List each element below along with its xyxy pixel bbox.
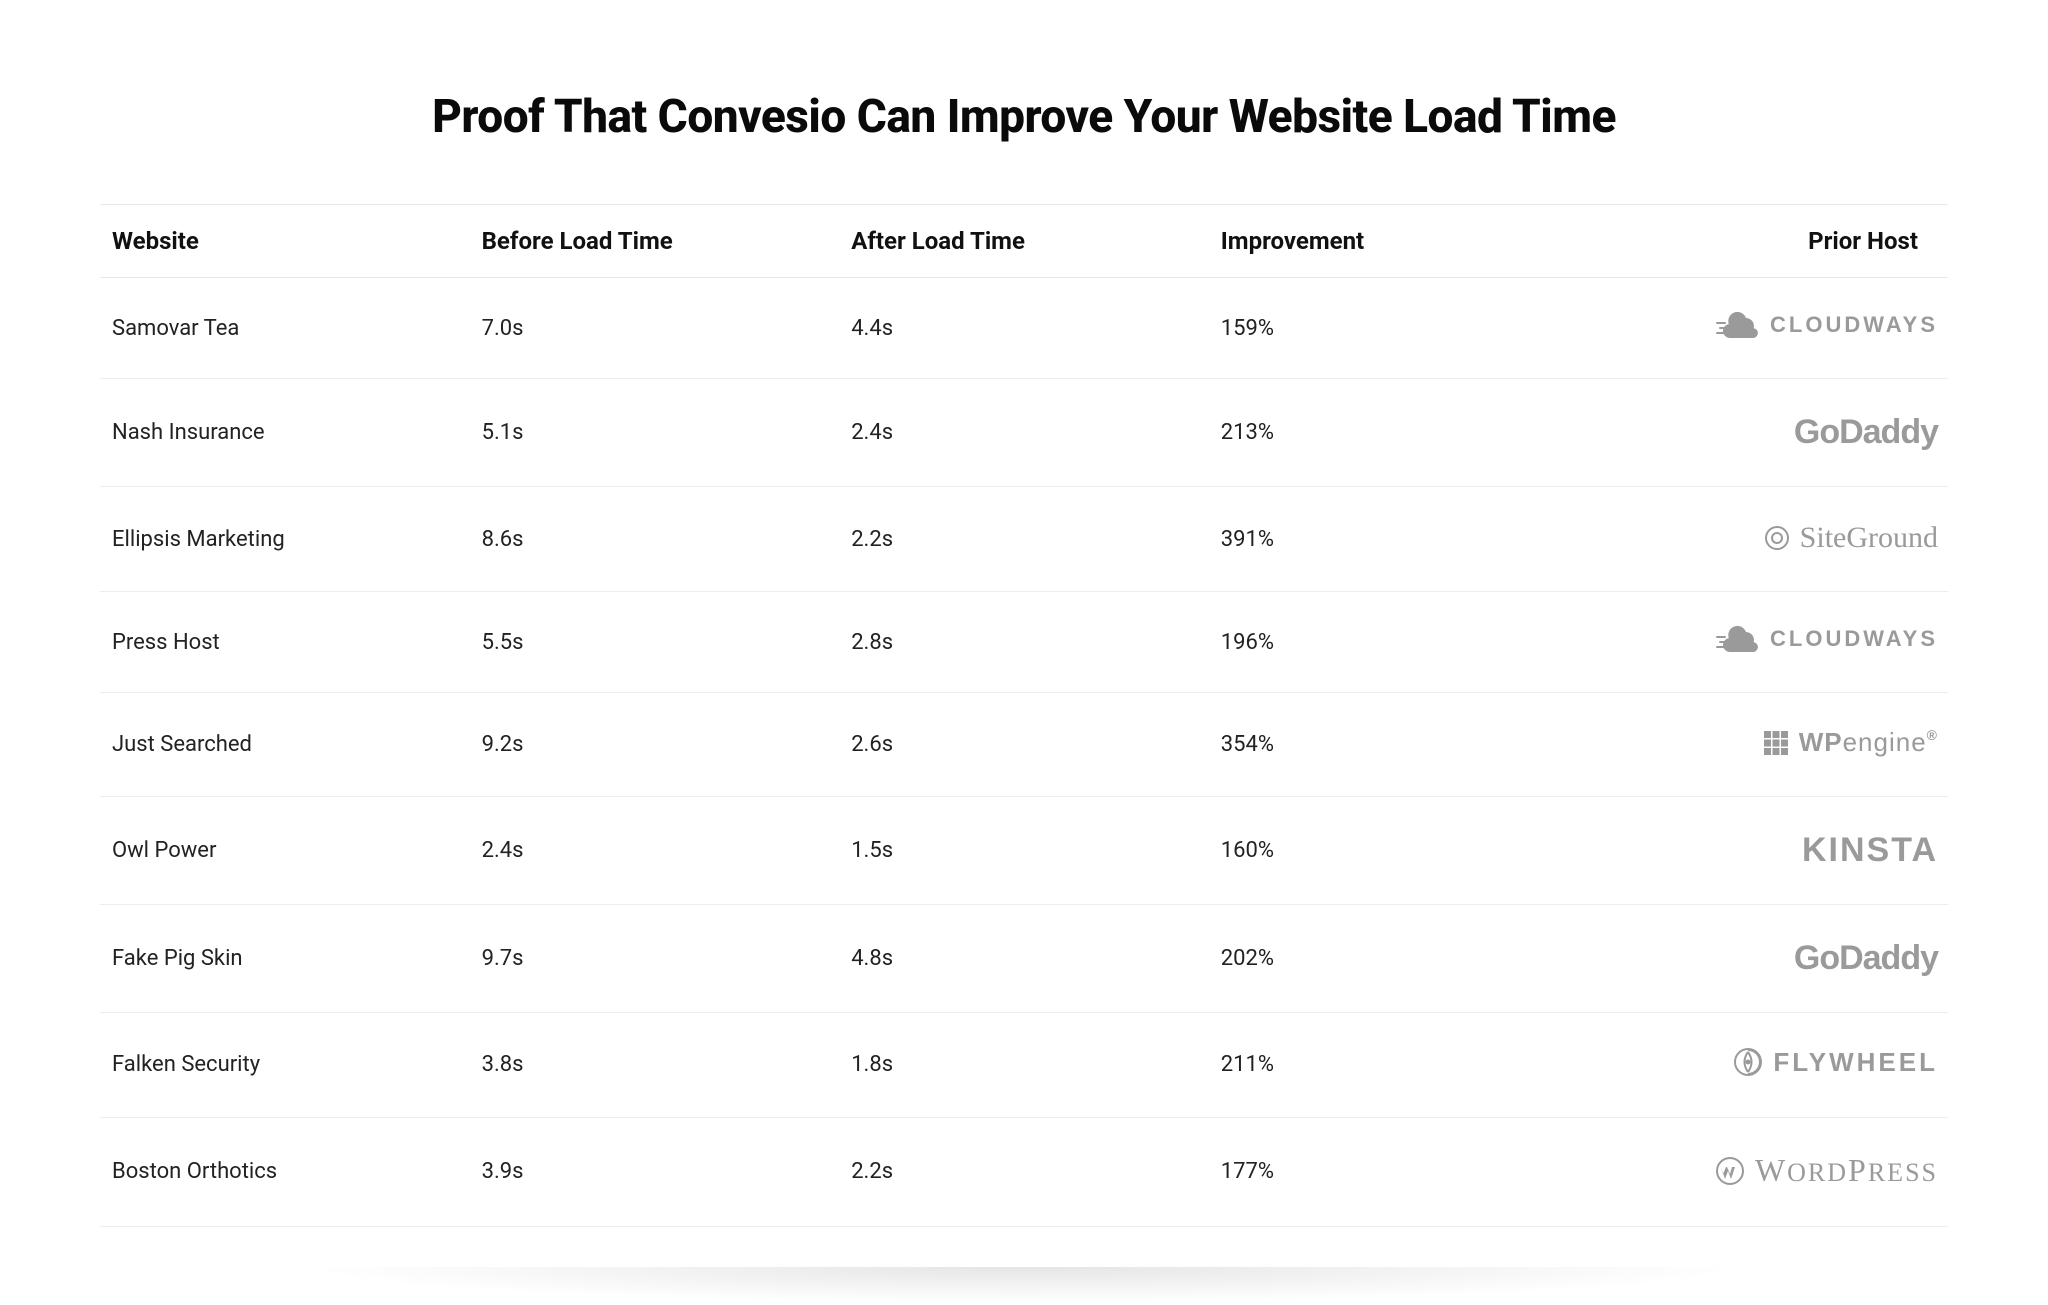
col-improvement: Improvement — [1209, 205, 1579, 278]
col-before: Before Load Time — [470, 205, 840, 278]
cell-improvement: 354% — [1209, 693, 1579, 797]
cell-improvement: 177% — [1209, 1118, 1579, 1227]
cell-prior-host: CLOUDWAYS — [1578, 278, 1948, 379]
cell-after: 4.4s — [839, 278, 1209, 379]
cell-after: 1.5s — [839, 796, 1209, 904]
cell-after: 2.4s — [839, 379, 1209, 487]
host-logo-godaddy: GoDaddy — [1794, 939, 1938, 978]
cell-prior-host: KINSTA — [1578, 796, 1948, 904]
cell-prior-host: FLYWHEEL — [1578, 1012, 1948, 1118]
host-logo-wordpress: WORDPRESS — [1715, 1152, 1938, 1189]
host-logo-godaddy: GoDaddy — [1794, 413, 1938, 452]
cell-prior-host: WPengine® — [1578, 693, 1948, 797]
cell-website: Ellipsis Marketing — [100, 487, 470, 592]
cell-prior-host: GoDaddy — [1578, 379, 1948, 487]
cell-website: Press Host — [100, 592, 470, 693]
host-logo-flywheel: FLYWHEEL — [1733, 1047, 1938, 1078]
cell-before: 3.9s — [470, 1118, 840, 1227]
cell-prior-host: CLOUDWAYS — [1578, 592, 1948, 693]
flywheel-icon — [1733, 1047, 1763, 1077]
table-row: Just Searched9.2s2.6s354% WPengine® — [100, 693, 1948, 797]
table-row: Fake Pig Skin9.7s4.8s202% GoDaddy — [100, 904, 1948, 1012]
cell-prior-host: GoDaddy — [1578, 904, 1948, 1012]
host-logo-wpengine: WPengine® — [1763, 727, 1938, 758]
cell-before: 7.0s — [470, 278, 840, 379]
cell-prior-host: WORDPRESS — [1578, 1118, 1948, 1227]
cell-improvement: 391% — [1209, 487, 1579, 592]
cell-before: 8.6s — [470, 487, 840, 592]
cell-after: 1.8s — [839, 1012, 1209, 1118]
host-logo-kinsta: KINSTA — [1802, 831, 1938, 870]
cell-before: 5.1s — [470, 379, 840, 487]
cell-improvement: 213% — [1209, 379, 1579, 487]
col-website: Website — [100, 205, 470, 278]
cloudways-icon — [1716, 312, 1760, 338]
wpengine-icon — [1763, 730, 1789, 756]
cell-website: Fake Pig Skin — [100, 904, 470, 1012]
cell-website: Just Searched — [100, 693, 470, 797]
cell-improvement: 160% — [1209, 796, 1579, 904]
cell-after: 2.8s — [839, 592, 1209, 693]
col-after: After Load Time — [839, 205, 1209, 278]
table-row: Samovar Tea7.0s4.4s159% CLOUDWAYS — [100, 278, 1948, 379]
table-row: Falken Security3.8s1.8s211% FLYWHEEL — [100, 1012, 1948, 1118]
page-title: Proof That Convesio Can Improve Your Web… — [100, 90, 1948, 144]
cell-improvement: 159% — [1209, 278, 1579, 379]
cell-website: Boston Orthotics — [100, 1118, 470, 1227]
host-logo-siteground: SiteGround — [1764, 521, 1938, 555]
cell-improvement: 202% — [1209, 904, 1579, 1012]
cell-improvement: 211% — [1209, 1012, 1579, 1118]
cell-before: 5.5s — [470, 592, 840, 693]
table-row: Nash Insurance5.1s2.4s213% GoDaddy — [100, 379, 1948, 487]
table-row: Boston Orthotics3.9s2.2s177% WORDPRESS — [100, 1118, 1948, 1227]
bottom-shadow — [303, 1267, 1744, 1303]
table-row: Ellipsis Marketing8.6s2.2s391% SiteGround — [100, 487, 1948, 592]
cell-before: 3.8s — [470, 1012, 840, 1118]
cell-prior-host: SiteGround — [1578, 487, 1948, 592]
cell-improvement: 196% — [1209, 592, 1579, 693]
cell-after: 2.6s — [839, 693, 1209, 797]
cell-website: Owl Power — [100, 796, 470, 904]
cloudways-icon — [1716, 626, 1760, 652]
cell-after: 4.8s — [839, 904, 1209, 1012]
cell-before: 9.2s — [470, 693, 840, 797]
cell-website: Falken Security — [100, 1012, 470, 1118]
table-row: Press Host5.5s2.8s196% CLOUDWAYS — [100, 592, 1948, 693]
cell-after: 2.2s — [839, 1118, 1209, 1227]
loadtime-table: Website Before Load Time After Load Time… — [100, 204, 1948, 1227]
host-logo-cloudways: CLOUDWAYS — [1716, 626, 1938, 652]
col-prior-host: Prior Host — [1578, 205, 1948, 278]
host-logo-cloudways: CLOUDWAYS — [1716, 312, 1938, 338]
wordpress-icon — [1715, 1156, 1745, 1186]
cell-website: Samovar Tea — [100, 278, 470, 379]
cell-website: Nash Insurance — [100, 379, 470, 487]
cell-before: 9.7s — [470, 904, 840, 1012]
table-row: Owl Power2.4s1.5s160% KINSTA — [100, 796, 1948, 904]
cell-before: 2.4s — [470, 796, 840, 904]
siteground-icon — [1764, 525, 1790, 551]
table-header-row: Website Before Load Time After Load Time… — [100, 205, 1948, 278]
cell-after: 2.2s — [839, 487, 1209, 592]
